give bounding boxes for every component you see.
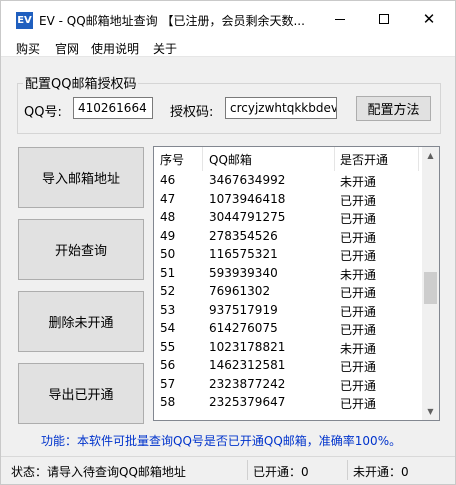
row-index: 51 [160,265,176,280]
table-row[interactable]: 46 3467634992 未开通 [154,171,422,190]
row-email: 3044791275 [209,210,286,224]
row-status: 已开通 [340,212,377,226]
table-row[interactable]: 57 2323877242 已开通 [154,375,422,394]
row-index: 54 [160,321,176,335]
table-row[interactable]: 47 1073946418 已开通 [154,190,422,209]
row-index: 53 [160,302,176,317]
app-window: EV EV - QQ邮箱地址查询 【已注册，会员剩余天数... ✕ 购买 官网 … [0,0,456,485]
row-status: 已开通 [340,360,377,374]
row-status: 已开通 [340,378,377,393]
status-bar: 状态：请导入待查询QQ邮箱地址 已开通：0 未开通：0 [1,456,455,484]
title-bar[interactable]: EV EV - QQ邮箱地址查询 【已注册，会员剩余天数... ✕ [1,1,455,37]
menu-bar: 购买 官网 使用说明 关于 [1,37,455,57]
import-emails-button[interactable]: 导入邮箱地址 [18,147,144,208]
column-header-status[interactable]: 是否开通 [340,151,388,168]
maximize-button[interactable] [361,1,407,37]
row-email: 2323877242 [209,376,286,391]
app-icon: EV [16,12,33,29]
results-list[interactable]: 序号 QQ邮箱 是否开通 46 3467634992 未开通 47 1073946418… [153,146,440,421]
table-row[interactable]: 51 593939340 未开通 [154,264,422,283]
not-opened-count: 未开通：0 [353,465,409,479]
scroll-thumb[interactable] [424,272,437,304]
opened-count: 已开通：0 [253,465,309,479]
table-row[interactable]: 55 1023178821 未开通 [154,338,422,357]
row-index: 55 [160,339,176,354]
row-status: 已开通 [340,286,377,300]
qq-label: QQ号: [24,105,62,120]
row-email: 614276075 [209,321,278,335]
row-index: 56 [160,358,176,372]
row-status: 未开通 [340,341,377,356]
column-header-email[interactable]: QQ邮箱 [209,151,252,168]
row-index: 47 [160,191,176,206]
column-divider[interactable] [418,147,419,171]
row-index: 57 [160,376,176,391]
row-email: 1462312581 [209,358,286,372]
maximize-icon [379,14,389,24]
row-index: 58 [160,395,176,409]
scroll-up-icon[interactable]: ▲ [422,147,439,164]
row-status: 已开通 [340,249,377,263]
row-status: 已开通 [340,397,377,411]
window-title: EV - QQ邮箱地址查询 【已注册，会员剩余天数... [39,14,305,28]
auth-code-label: 授权码: [170,105,214,120]
column-divider[interactable] [334,147,335,171]
status-divider [347,460,348,480]
table-row[interactable]: 52 76961302 已开通 [154,282,422,301]
column-header-index[interactable]: 序号 [160,151,184,168]
close-button[interactable]: ✕ [406,1,452,37]
export-opened-button[interactable]: 导出已开通 [18,363,144,424]
close-icon: ✕ [422,9,436,28]
row-index: 48 [160,210,176,224]
scroll-down-icon[interactable]: ▼ [422,403,439,420]
row-email: 76961302 [209,284,271,298]
row-index: 46 [160,173,176,187]
start-query-button[interactable]: 开始查询 [18,219,144,280]
config-group-title: 配置QQ邮箱授权码 [23,73,139,92]
row-index: 49 [160,228,176,243]
row-status: 已开通 [340,323,377,337]
menu-about[interactable]: 关于 [153,40,177,57]
row-email: 278354526 [209,228,278,243]
table-row[interactable]: 54 614276075 已开通 [154,319,422,338]
row-email: 2325379647 [209,395,286,409]
minimize-icon [335,18,345,20]
table-row[interactable]: 58 2325379647 已开通 [154,393,422,412]
config-method-button[interactable]: 配置方法 [356,96,431,121]
row-status: 未开通 [340,267,377,282]
table-row[interactable]: 50 116575321 已开通 [154,245,422,264]
row-email: 116575321 [209,247,278,261]
row-index: 50 [160,247,176,261]
delete-unopened-button[interactable]: 删除未开通 [18,291,144,352]
function-note: 功能：本软件可批量查询QQ号是否已开通QQ邮箱，准确率100%。 [41,434,402,448]
auth-code-input[interactable]: crcyjzwhtqkkbdev [225,97,337,119]
menu-instructions[interactable]: 使用说明 [91,40,139,57]
qq-input[interactable]: 410261664 [73,97,153,119]
status-text: 状态：请导入待查询QQ邮箱地址 [11,465,186,479]
status-divider [247,460,248,480]
row-index: 52 [160,284,176,298]
table-row[interactable]: 49 278354526 已开通 [154,227,422,246]
row-email: 1073946418 [209,191,286,206]
table-row[interactable]: 48 3044791275 已开通 [154,208,422,227]
row-email: 1023178821 [209,339,286,354]
menu-buy[interactable]: 购买 [16,40,40,57]
vertical-scrollbar[interactable]: ▲ ▼ [422,147,439,420]
row-status: 已开通 [340,193,377,208]
menu-website[interactable]: 官网 [55,40,79,57]
row-email: 937517919 [209,302,278,317]
row-email: 593939340 [209,265,278,280]
table-row[interactable]: 53 937517919 已开通 [154,301,422,320]
row-email: 3467634992 [209,173,286,187]
table-row[interactable]: 56 1462312581 已开通 [154,356,422,375]
list-header: 序号 QQ邮箱 是否开通 [154,147,422,171]
list-rows: 46 3467634992 未开通 47 1073946418 已开通 48 30447912… [154,171,422,412]
row-status: 未开通 [340,175,377,189]
row-status: 已开通 [340,230,377,245]
row-status: 已开通 [340,304,377,319]
minimize-button[interactable] [317,1,363,37]
column-divider[interactable] [202,147,203,171]
